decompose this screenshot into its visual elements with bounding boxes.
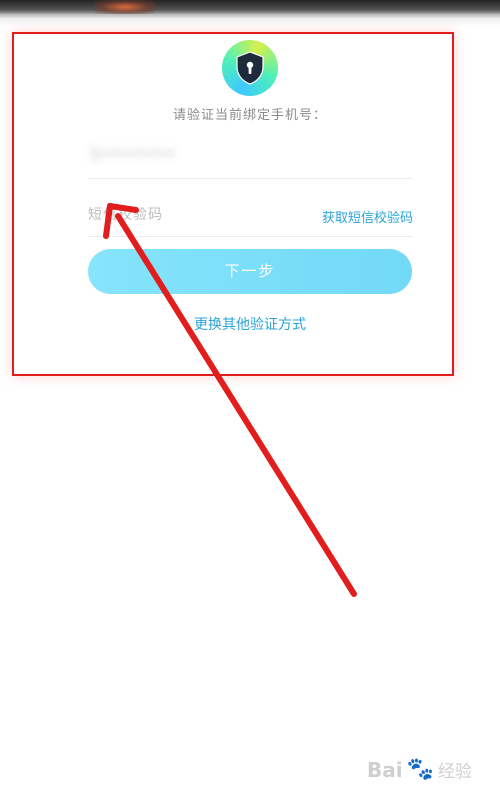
watermark-sub: 经验 [438, 762, 472, 782]
baidu-jingyan-watermark: Bai 🐾 经验 [367, 757, 472, 782]
switch-verification-method-link[interactable]: 更换其他验证方式 [0, 314, 500, 334]
sms-code-field: 获取短信校验码 [88, 196, 413, 237]
phone-value-masked: 1•••••••• [90, 144, 176, 163]
paw-icon: 🐾 [406, 757, 434, 782]
next-step-button[interactable]: 下一步 [88, 249, 412, 294]
get-sms-code-link[interactable]: 获取短信校验码 [322, 207, 413, 226]
status-bar-shadow [0, 14, 500, 26]
phone-field[interactable]: 1•••••••• [88, 130, 413, 179]
sms-code-input[interactable] [88, 204, 288, 226]
watermark-brand: Bai [366, 757, 403, 782]
status-bar-blur [95, 0, 155, 14]
verify-prompt: 请验证当前绑定手机号： [172, 108, 327, 123]
shield-lock-icon [222, 40, 278, 96]
